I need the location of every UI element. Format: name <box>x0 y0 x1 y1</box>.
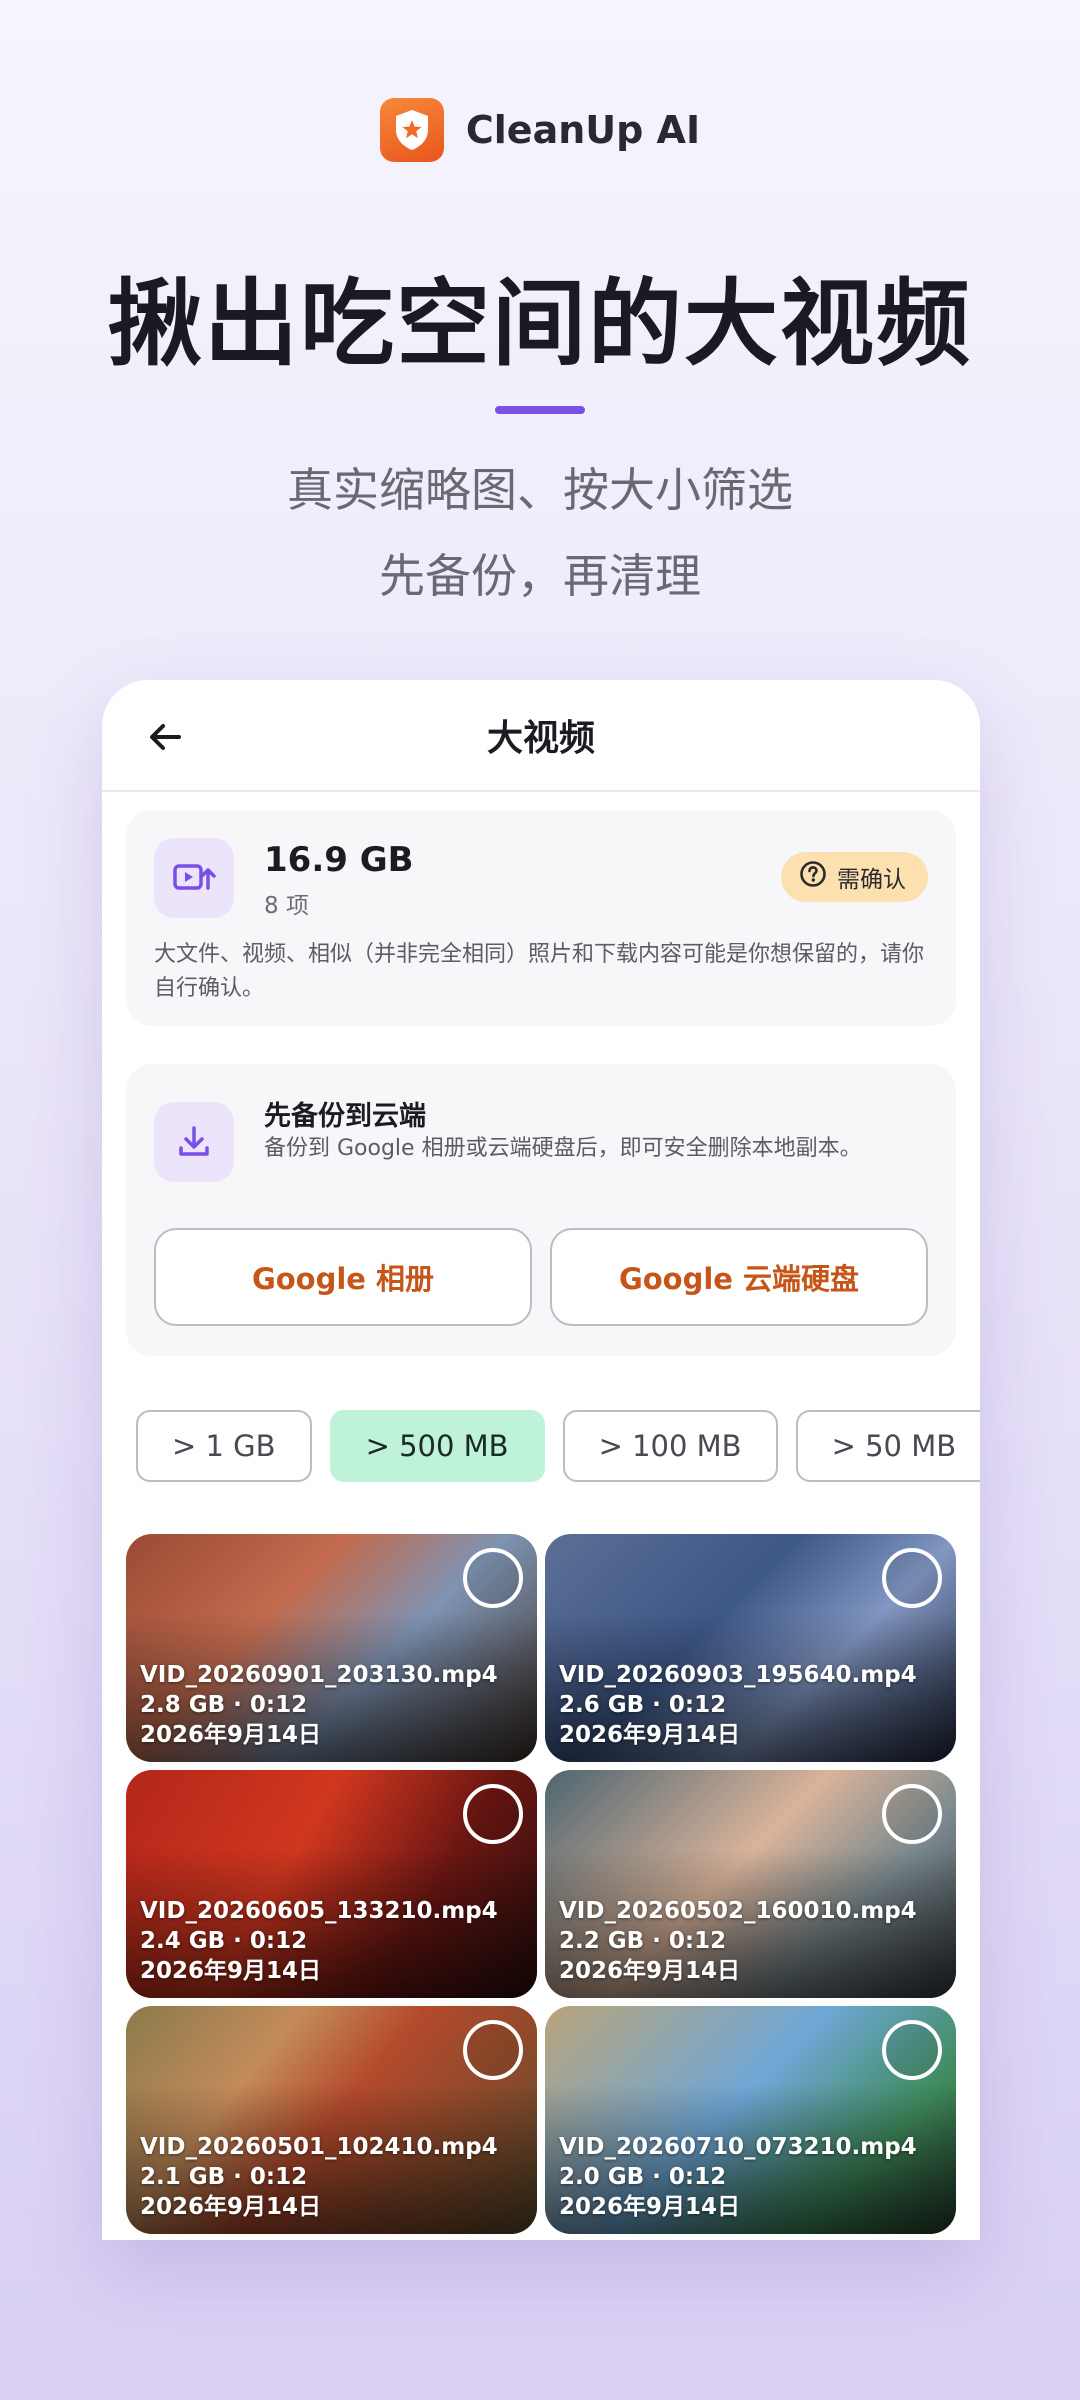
video-meta: VID_20260710_073210.mp4 2.0 GB · 0:12 20… <box>559 2132 917 2222</box>
video-meta: VID_20260605_133210.mp4 2.4 GB · 0:12 20… <box>140 1896 498 1986</box>
video-tile[interactable]: VID_20260502_160010.mp4 2.2 GB · 0:12 20… <box>545 1770 956 1998</box>
size-filter-chips: > 1 GB > 500 MB > 100 MB > 50 MB <box>136 1410 980 1482</box>
item-count: 8 项 <box>264 893 309 919</box>
app-bar: 大视频 <box>102 680 980 792</box>
video-tile[interactable]: VID_20260710_073210.mp4 2.0 GB · 0:12 20… <box>545 2006 956 2234</box>
video-meta: VID_20260903_195640.mp4 2.6 GB · 0:12 20… <box>559 1660 917 1750</box>
video-tile[interactable]: VID_20260605_133210.mp4 2.4 GB · 0:12 20… <box>126 1770 537 1998</box>
video-filename: VID_20260710_073210.mp4 <box>559 2134 917 2160</box>
video-size-duration: 2.2 GB · 0:12 <box>559 1928 727 1954</box>
video-size-duration: 2.0 GB · 0:12 <box>559 2164 727 2190</box>
video-size-duration: 2.1 GB · 0:12 <box>140 2164 308 2190</box>
backup-title: 先备份到云端 <box>264 1101 426 1132</box>
headline: 揪出吃空间的大视频 <box>107 270 972 379</box>
video-meta: VID_20260502_160010.mp4 2.2 GB · 0:12 20… <box>559 1896 917 1986</box>
video-tile[interactable]: VID_20260903_195640.mp4 2.6 GB · 0:12 20… <box>545 1534 956 1762</box>
select-circle-icon[interactable] <box>463 1784 523 1844</box>
summary-card: 16.9 GB 8 项 需确认 大文件、视频、相似（并非完全相同）照片和下载内容… <box>126 810 956 1026</box>
video-date: 2026年9月14日 <box>559 1958 741 1984</box>
video-grid: VID_20260901_203130.mp4 2.8 GB · 0:12 20… <box>126 1534 956 2234</box>
page-title: 大视频 <box>486 718 595 759</box>
video-date: 2026年9月14日 <box>140 1722 322 1748</box>
filter-chip-500mb[interactable]: > 500 MB <box>329 1410 545 1482</box>
backup-card: 先备份到云端 备份到 Google 相册或云端硬盘后，即可安全删除本地副本。 G… <box>126 1064 956 1356</box>
video-meta: VID_20260901_203130.mp4 2.8 GB · 0:12 20… <box>140 1660 498 1750</box>
video-size-duration: 2.8 GB · 0:12 <box>140 1692 308 1718</box>
video-size-duration: 2.6 GB · 0:12 <box>559 1692 727 1718</box>
video-date: 2026年9月14日 <box>140 2194 322 2220</box>
video-date: 2026年9月14日 <box>559 2194 741 2220</box>
video-filename: VID_20260901_203130.mp4 <box>140 1662 498 1688</box>
video-tile[interactable]: VID_20260501_102410.mp4 2.1 GB · 0:12 20… <box>126 2006 537 2234</box>
video-tile[interactable]: VID_20260901_203130.mp4 2.8 GB · 0:12 20… <box>126 1534 537 1762</box>
help-icon <box>799 860 827 894</box>
video-filename: VID_20260501_102410.mp4 <box>140 2134 498 2160</box>
google-drive-button[interactable]: Google 云端硬盘 <box>550 1228 928 1326</box>
shield-icon <box>379 98 444 162</box>
google-photos-button[interactable]: Google 相册 <box>154 1228 532 1326</box>
filter-chip-50mb[interactable]: > 50 MB <box>795 1410 980 1482</box>
back-arrow-icon[interactable] <box>138 710 192 764</box>
select-circle-icon[interactable] <box>882 1784 942 1844</box>
total-size: 16.9 GB <box>264 840 414 880</box>
brand-header: CleanUp AI <box>0 98 1080 162</box>
accent-divider <box>495 406 585 414</box>
filter-chip-100mb[interactable]: > 100 MB <box>562 1410 778 1482</box>
video-filename: VID_20260903_195640.mp4 <box>559 1662 917 1688</box>
select-circle-icon[interactable] <box>463 1548 523 1608</box>
phone-screen: 大视频 16.9 GB 8 项 需确认 大文件、视频、相似（并非完全相同）照片和… <box>102 680 980 2240</box>
video-meta: VID_20260501_102410.mp4 2.1 GB · 0:12 20… <box>140 2132 498 2222</box>
select-circle-icon[interactable] <box>882 1548 942 1608</box>
confirm-badge[interactable]: 需确认 <box>781 852 928 902</box>
video-size-icon <box>154 838 234 918</box>
video-date: 2026年9月14日 <box>140 1958 322 1984</box>
select-circle-icon[interactable] <box>882 2020 942 2080</box>
video-date: 2026年9月14日 <box>559 1722 741 1748</box>
backup-description: 备份到 Google 相册或云端硬盘后，即可安全删除本地副本。 <box>264 1136 862 1161</box>
select-circle-icon[interactable] <box>463 2020 523 2080</box>
summary-note: 大文件、视频、相似（并非完全相同）照片和下载内容可能是你想保留的，请你自行确认。 <box>154 942 925 1001</box>
download-icon <box>154 1102 234 1182</box>
video-filename: VID_20260502_160010.mp4 <box>559 1898 917 1924</box>
video-size-duration: 2.4 GB · 0:12 <box>140 1928 308 1954</box>
subline-1: 真实缩略图、按大小筛选 <box>287 463 793 517</box>
brand-name: CleanUp AI <box>465 108 701 152</box>
subline-2: 先备份，再清理 <box>379 549 701 603</box>
confirm-badge-label: 需确认 <box>837 867 906 893</box>
filter-chip-1gb[interactable]: > 1 GB <box>136 1410 312 1482</box>
video-filename: VID_20260605_133210.mp4 <box>140 1898 498 1924</box>
